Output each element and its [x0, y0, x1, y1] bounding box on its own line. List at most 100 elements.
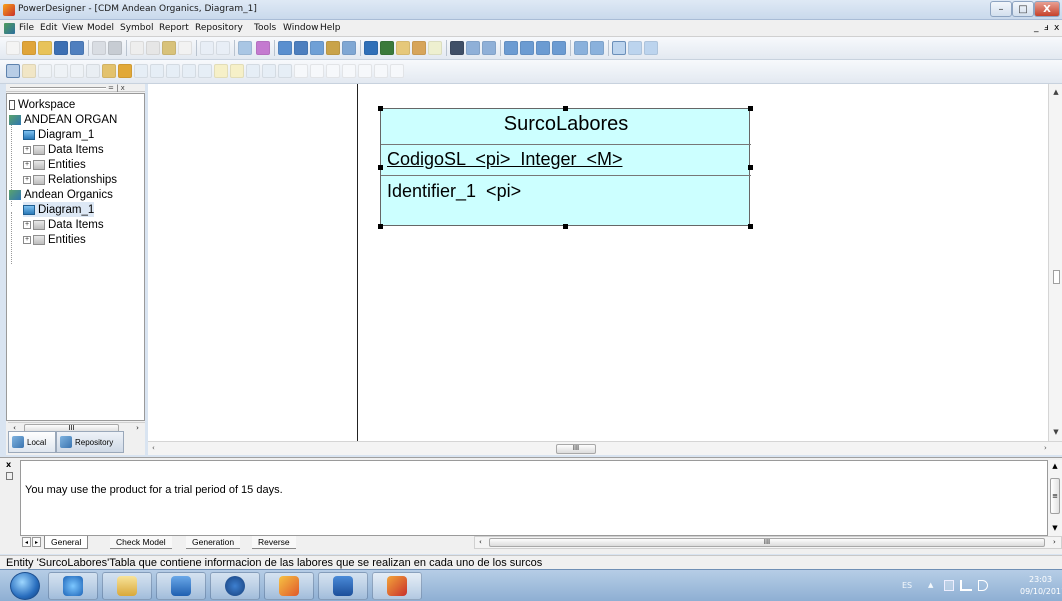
save-all-icon[interactable]	[70, 41, 84, 55]
selection-handle[interactable]	[378, 165, 383, 170]
arc-tool-icon[interactable]	[310, 64, 324, 78]
report-icon[interactable]	[310, 41, 324, 55]
view-icon-1[interactable]	[504, 41, 518, 55]
scroll-left-button[interactable]: ‹	[152, 444, 155, 452]
network-icon[interactable]	[960, 580, 972, 591]
selection-handle[interactable]	[748, 224, 753, 229]
language-indicator[interactable]: ES	[902, 581, 912, 590]
view-icon-2[interactable]	[520, 41, 534, 55]
powerdesigner-taskbar-button[interactable]	[372, 572, 422, 600]
find-icon[interactable]	[256, 41, 270, 55]
generate-icon[interactable]	[342, 41, 356, 55]
rounded-rectangle-tool-icon[interactable]	[358, 64, 372, 78]
output-window-icon[interactable]	[574, 41, 588, 55]
menu-symbol[interactable]: Symbol	[120, 23, 154, 33]
scroll-thumb[interactable]	[1053, 270, 1060, 284]
menu-help[interactable]: Help	[320, 23, 341, 33]
tab-generation[interactable]: Generation	[186, 536, 241, 549]
selection-handle[interactable]	[748, 106, 753, 111]
entity-symbol[interactable]: SurcoLabores CodigoSL <pi> Integer <M> I…	[380, 108, 751, 226]
line-style-icon[interactable]	[396, 41, 410, 55]
internet-explorer-taskbar-button[interactable]	[48, 572, 98, 600]
toolbox-icon[interactable]	[628, 41, 642, 55]
entity-tool-icon[interactable]	[134, 64, 148, 78]
mdi-restore-button[interactable]: ⅎ	[1044, 23, 1049, 33]
canvas-vertical-scrollbar[interactable]: ▲ ▼	[1048, 84, 1062, 441]
tree-item-relationships[interactable]: + Relationships	[23, 172, 117, 187]
powerdesigner-app-icon[interactable]	[3, 4, 15, 16]
properties-icon[interactable]	[238, 41, 252, 55]
output-vertical-scrollbar[interactable]: ▲ ≡ ▼	[1048, 460, 1062, 536]
cut-icon[interactable]	[130, 41, 144, 55]
print-icon[interactable]	[108, 41, 122, 55]
tab-reverse[interactable]: Reverse	[252, 536, 296, 549]
show-hidden-icons-button[interactable]: ▲	[928, 581, 933, 589]
delete-icon[interactable]	[178, 41, 192, 55]
maximize-button[interactable]: □	[1012, 1, 1034, 17]
delete-symbol-icon[interactable]	[102, 64, 116, 78]
word-taskbar-button[interactable]	[318, 572, 368, 600]
bookmark-icon[interactable]	[450, 41, 464, 55]
minimize-button[interactable]: –	[990, 1, 1012, 17]
document-icon[interactable]	[4, 23, 15, 34]
clock-time[interactable]: 23:03	[1029, 575, 1052, 584]
text-tool-icon[interactable]	[278, 64, 292, 78]
output-close-button[interactable]: x	[6, 460, 11, 469]
mdi-minimize-button[interactable]: _	[1034, 23, 1039, 33]
rectangle-tool-icon[interactable]	[326, 64, 340, 78]
association-tool-icon[interactable]	[182, 64, 196, 78]
scroll-down-button[interactable]: ▼	[1048, 524, 1062, 532]
selection-handle[interactable]	[378, 224, 383, 229]
paste-icon[interactable]	[162, 41, 176, 55]
tree-item-andean-organics-model[interactable]: Andean Organics	[9, 187, 113, 202]
inheritance-tool-icon[interactable]	[166, 64, 180, 78]
new-icon[interactable]	[6, 41, 20, 55]
link-tool-icon[interactable]	[246, 64, 260, 78]
scroll-thumb[interactable]: III	[556, 444, 596, 454]
tree-item-data-items-2[interactable]: + Data Items	[23, 217, 104, 232]
hp-taskbar-button[interactable]	[210, 572, 260, 600]
model-browser-icon[interactable]	[278, 41, 292, 55]
scroll-thumb[interactable]: ≡	[1050, 478, 1060, 514]
association-link-tool-icon[interactable]	[198, 64, 212, 78]
tab-general[interactable]: General	[44, 536, 89, 549]
check-model-icon[interactable]	[326, 41, 340, 55]
selection-handle[interactable]	[748, 165, 753, 170]
selection-handle[interactable]	[378, 106, 383, 111]
ellipse-tool-icon[interactable]	[342, 64, 356, 78]
view-icon-4[interactable]	[552, 41, 566, 55]
tree-item-data-items[interactable]: + Data Items	[23, 142, 104, 157]
browser-toggle-icon[interactable]	[612, 41, 626, 55]
result-list-icon[interactable]	[590, 41, 604, 55]
open-icon[interactable]	[38, 41, 52, 55]
font-color-icon[interactable]	[428, 41, 442, 55]
polyline-tool-icon[interactable]	[374, 64, 388, 78]
tree-item-entities[interactable]: + Entities	[23, 157, 86, 172]
menu-file[interactable]: File	[19, 23, 34, 33]
scroll-up-button[interactable]: ▲	[1048, 462, 1062, 470]
polygon-tool-icon[interactable]	[390, 64, 404, 78]
note-tool-icon[interactable]	[230, 64, 244, 78]
close-button[interactable]: X	[1034, 1, 1060, 17]
tree-item-entities-2[interactable]: + Entities	[23, 232, 86, 247]
file-tool-icon[interactable]	[214, 64, 228, 78]
print-preview-icon[interactable]	[92, 41, 106, 55]
start-button[interactable]	[10, 572, 40, 600]
clock-date[interactable]: 09/10/2011	[1020, 587, 1062, 596]
copy-icon[interactable]	[146, 41, 160, 55]
back-icon[interactable]	[466, 41, 480, 55]
volume-icon[interactable]	[978, 580, 988, 591]
scroll-down-button[interactable]: ▼	[1049, 428, 1062, 436]
line-tool-icon[interactable]	[294, 64, 308, 78]
selection-handle[interactable]	[563, 224, 568, 229]
scroll-right-button[interactable]: ›	[1044, 444, 1047, 452]
tree-item-andean-organ-model[interactable]: ANDEAN ORGAN	[9, 112, 117, 127]
scroll-left-button[interactable]: ‹	[479, 538, 482, 546]
zoom-icon[interactable]	[70, 64, 84, 78]
list-icon[interactable]	[294, 41, 308, 55]
action-center-icon[interactable]	[944, 580, 954, 591]
expand-icon[interactable]: +	[23, 175, 31, 184]
tree-item-workspace[interactable]: Workspace	[9, 97, 75, 112]
scroll-thumb[interactable]: III	[489, 538, 1045, 547]
fill-color-icon[interactable]	[412, 41, 426, 55]
